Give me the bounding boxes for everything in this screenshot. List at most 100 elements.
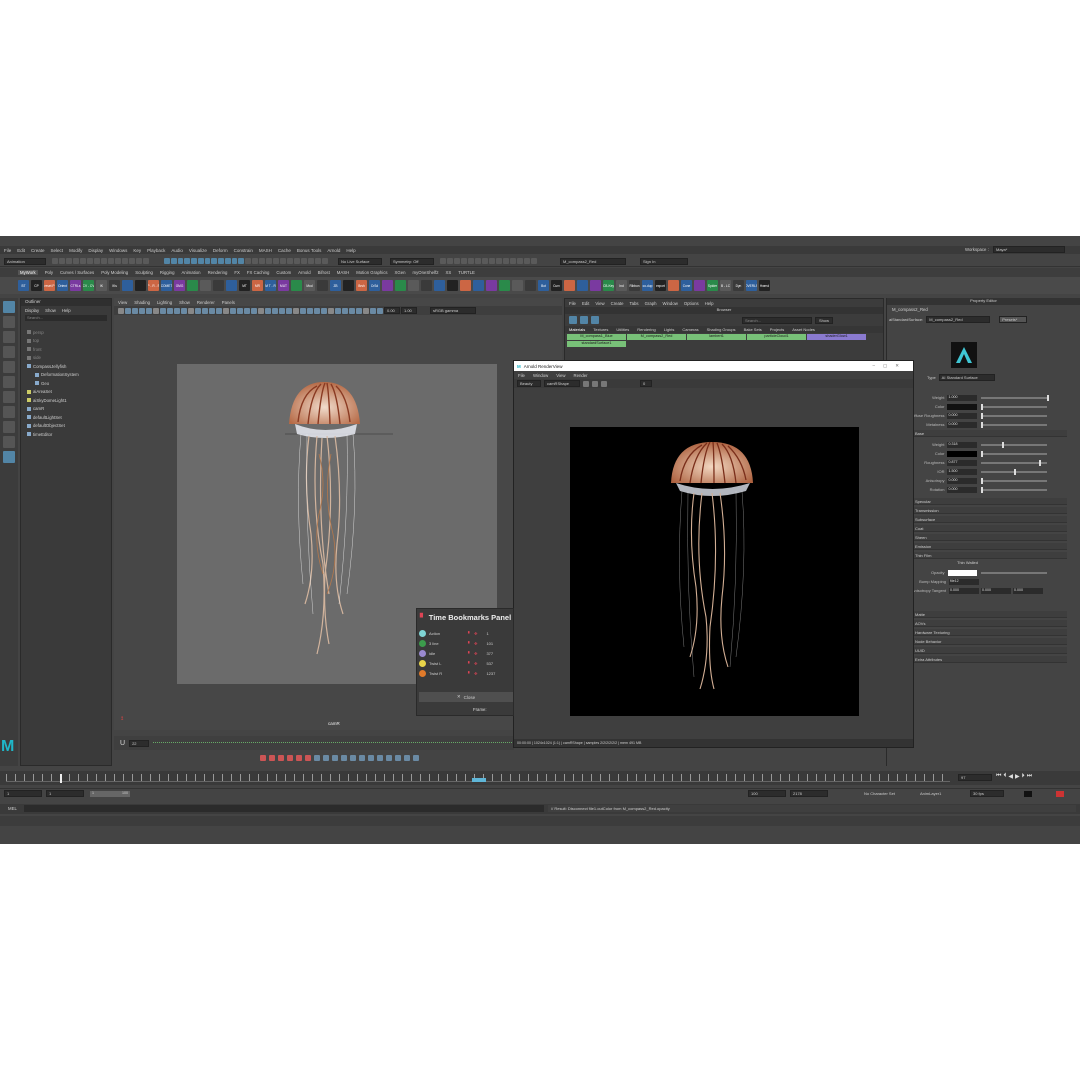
workspace-dropdown[interactable]: Maya*	[993, 246, 1065, 253]
outliner-item[interactable]: CompassJellyfish	[21, 362, 111, 371]
browser-tab[interactable]: Asset Nodes	[792, 327, 815, 332]
viewport-tool-icon[interactable]	[265, 307, 271, 314]
browser-tab[interactable]: Projects	[770, 327, 784, 332]
slider-handle[interactable]	[980, 421, 983, 428]
material-swatch[interactable]: shaderGlow1	[807, 334, 866, 340]
viewport-tool-icon[interactable]	[349, 307, 355, 314]
status-tool-icon[interactable]	[266, 258, 272, 264]
range-bar[interactable]: 1 100	[90, 791, 130, 797]
attribute-slider[interactable]	[980, 468, 1047, 475]
bookmark-color-swatch[interactable]	[419, 630, 426, 637]
ae-section-header[interactable]: Hardware Texturing	[913, 629, 1067, 636]
hypershade-menu-item[interactable]: Help	[705, 301, 714, 306]
outliner-menu-item[interactable]: Display	[25, 308, 39, 313]
shelf-button-icon[interactable]	[187, 280, 198, 291]
status-tool-icon[interactable]	[468, 258, 474, 264]
shelf-button-icon[interactable]	[525, 280, 536, 291]
status-tool-icon[interactable]	[52, 258, 58, 264]
menu-item[interactable]: Arnold	[327, 248, 340, 253]
viewport-tool-icon[interactable]	[181, 307, 187, 314]
shelf-button-icon[interactable]	[343, 280, 354, 291]
shelf-button-icon[interactable]: ZB	[330, 280, 341, 291]
crop-icon[interactable]	[601, 380, 607, 387]
viewport-tool-icon[interactable]	[118, 307, 124, 314]
outliner-item[interactable]: DeformationSystem	[21, 371, 111, 380]
camera-dropdown[interactable]: camRShape	[544, 380, 580, 387]
viewport-tool-icon[interactable]	[377, 307, 383, 314]
menu-item[interactable]: Playback	[147, 248, 165, 253]
slider-handle[interactable]	[980, 412, 983, 419]
show-button[interactable]: Show	[815, 316, 833, 324]
shelf-button-icon[interactable]: CTRLs	[70, 280, 81, 291]
command-input[interactable]	[24, 805, 544, 812]
keying-icon[interactable]	[386, 755, 392, 761]
keying-icon[interactable]	[314, 755, 320, 761]
bookmark-row[interactable]: 3 line ▘ ✥ 101	[419, 639, 513, 648]
slider-handle[interactable]	[1046, 394, 1049, 401]
renderview-menu-item[interactable]: View	[556, 373, 565, 378]
status-tool-icon[interactable]	[503, 258, 509, 264]
shelf-button-icon[interactable]: Curv	[551, 280, 562, 291]
viewport-tool-icon[interactable]	[321, 307, 327, 314]
shelf-tab[interactable]: FX Caching	[247, 270, 269, 275]
attribute-value-field[interactable]	[947, 450, 977, 457]
playback-controls[interactable]: ⏮ ⏴ ◀ ▶ ⏵ ⏭	[996, 773, 1032, 780]
shelf-button-icon[interactable]	[499, 280, 510, 291]
renderview-menu-item[interactable]: Render	[573, 373, 587, 378]
status-tool-icon[interactable]	[211, 258, 217, 264]
current-frame-field[interactable]: 97	[958, 774, 992, 781]
viewport-tool-icon[interactable]	[251, 307, 257, 314]
bookmark-move-icon[interactable]: ✥	[474, 631, 477, 636]
outliner-item[interactable]: aiSkyDomeLight1	[21, 396, 111, 405]
shelf-tab[interactable]: Poly	[45, 270, 53, 275]
viewport-tool-icon[interactable]	[244, 307, 250, 314]
viewport-field[interactable]: 1.00	[401, 307, 417, 314]
menu-item[interactable]: Visualize	[189, 248, 207, 253]
shelf-button-icon[interactable]	[291, 280, 302, 291]
bookmark-icon[interactable]: ▘	[468, 641, 471, 646]
four-pane-icon[interactable]	[3, 436, 15, 448]
shelf-button-icon[interactable]: reset P	[44, 280, 55, 291]
viewport-menu-item[interactable]: Show	[179, 300, 190, 305]
shelf-button-icon[interactable]: Spider	[707, 280, 718, 291]
ae-section-header[interactable]: UUID	[913, 647, 1067, 654]
status-tool-icon[interactable]	[287, 258, 293, 264]
browser-search[interactable]: Search...	[742, 316, 812, 324]
attribute-value-field[interactable]	[947, 403, 977, 410]
frame-field[interactable]: 22	[129, 739, 150, 747]
exposure-field[interactable]: 0	[640, 380, 652, 387]
status-tool-icon[interactable]	[197, 258, 204, 264]
presets-button[interactable]: Presets*	[999, 315, 1028, 323]
browser-icon[interactable]	[569, 316, 577, 324]
shelf-button-icon[interactable]: MUT	[278, 280, 289, 291]
attribute-value-field[interactable]: 0.000	[947, 412, 977, 419]
status-tool-icon[interactable]	[231, 258, 238, 264]
shelf-button-icon[interactable]: Orient	[57, 280, 68, 291]
shelf-tab[interactable]: Bifrost	[318, 270, 330, 275]
status-tool-icon[interactable]	[115, 258, 121, 264]
ae-node-field[interactable]: M_compass2_Red	[926, 315, 991, 323]
ae-node-tab[interactable]: M_compass2_Red	[887, 305, 1080, 314]
bookmark-icon[interactable]: ▘	[468, 661, 471, 666]
bookmark-move-icon[interactable]: ✥	[474, 641, 477, 646]
viewport-tool-icon[interactable]	[342, 307, 348, 314]
ae-section-header[interactable]: Thin Film	[913, 552, 1067, 559]
viewport-tool-icon[interactable]	[132, 307, 138, 314]
status-tool-icon[interactable]	[73, 258, 79, 264]
slider-handle[interactable]	[980, 450, 983, 457]
fps-dropdown[interactable]: 30 fps	[970, 790, 1004, 797]
browser-tab[interactable]: Shading Groups	[707, 327, 736, 332]
menu-item[interactable]: Create	[31, 248, 45, 253]
keying-icon[interactable]	[395, 755, 401, 761]
attribute-slider[interactable]	[980, 450, 1047, 457]
shelf-button-icon[interactable]	[122, 280, 133, 291]
status-tool-icon[interactable]	[87, 258, 93, 264]
outliner-search[interactable]: Search...	[25, 315, 107, 321]
ae-section-header[interactable]: Matte	[913, 611, 1067, 618]
attribute-slider[interactable]	[980, 459, 1047, 466]
anim-layer[interactable]: AnimLayer1	[918, 790, 958, 797]
shelf-button-icon[interactable]	[590, 280, 601, 291]
status-tool-icon[interactable]	[94, 258, 100, 264]
viewport-tool-icon[interactable]	[174, 307, 180, 314]
outliner-item[interactable]: side	[21, 354, 111, 363]
